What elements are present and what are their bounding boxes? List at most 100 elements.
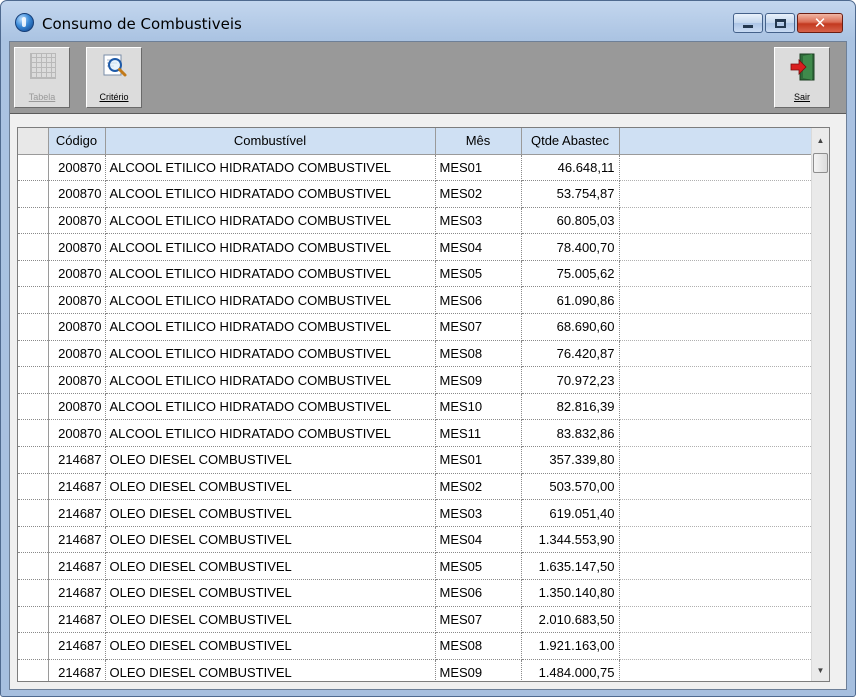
cell-mes[interactable]: MES05 (435, 552, 522, 580)
cell-combustivel[interactable]: ALCOOL ETILICO HIDRATADO COMBUSTIVEL (105, 393, 436, 421)
cell-qtde[interactable]: 1.344.553,90 (521, 526, 620, 554)
cell-codigo[interactable]: 200870 (48, 260, 106, 288)
cell-qtde[interactable]: 2.010.683,50 (521, 606, 620, 634)
vertical-scrollbar[interactable]: ▲ ▼ (811, 128, 829, 681)
column-header-combustivel[interactable]: Combustível (105, 128, 436, 155)
cell-codigo[interactable]: 200870 (48, 233, 106, 261)
scroll-down-arrow-icon[interactable]: ▼ (812, 661, 829, 679)
cell-combustivel[interactable]: OLEO DIESEL COMBUSTIVEL (105, 446, 436, 474)
cell-combustivel[interactable]: OLEO DIESEL COMBUSTIVEL (105, 579, 436, 607)
cell-combustivel[interactable]: ALCOOL ETILICO HIDRATADO COMBUSTIVEL (105, 233, 436, 261)
cell-qtde[interactable]: 68.690,60 (521, 313, 620, 341)
table-row[interactable]: 214687 OLEO DIESEL COMBUSTIVEL MES05 1.635.… (18, 552, 813, 580)
app-icon[interactable] (15, 13, 34, 32)
cell-combustivel[interactable]: ALCOOL ETILICO HIDRATADO COMBUSTIVEL (105, 366, 436, 394)
table-row[interactable]: 200870 ALCOOL ETILICO HIDRATADO COMBUSTIV… (18, 419, 813, 448)
table-row[interactable]: 200870 ALCOOL ETILICO HIDRATADO COMBUSTIV… (18, 313, 813, 341)
cell-mes[interactable]: MES04 (435, 526, 522, 554)
cell-codigo[interactable]: 200870 (48, 340, 106, 368)
cell-mes[interactable]: MES11 (435, 419, 522, 448)
cell-mes[interactable]: MES01 (435, 154, 522, 182)
column-header-mes[interactable]: Mês (435, 128, 522, 155)
cell-qtde[interactable]: 1.350.140,80 (521, 579, 620, 607)
cell-mes[interactable]: MES04 (435, 233, 522, 261)
table-row[interactable]: 214687 OLEO DIESEL COMBUSTIVEL MES01 357.33… (18, 446, 813, 474)
cell-qtde[interactable]: 78.400,70 (521, 233, 620, 261)
close-button[interactable]: ✕ (797, 13, 843, 33)
cell-qtde[interactable]: 76.420,87 (521, 340, 620, 368)
cell-combustivel[interactable]: ALCOOL ETILICO HIDRATADO COMBUSTIVEL (105, 419, 436, 448)
minimize-button[interactable] (733, 13, 763, 33)
cell-codigo[interactable]: 200870 (48, 286, 106, 315)
table-row[interactable]: 200870 ALCOOL ETILICO HIDRATADO COMBUSTIV… (18, 180, 813, 208)
cell-qtde[interactable]: 53.754,87 (521, 180, 620, 208)
cell-codigo[interactable]: 214687 (48, 606, 106, 634)
cell-qtde[interactable]: 503.570,00 (521, 473, 620, 501)
cell-mes[interactable]: MES06 (435, 579, 522, 607)
cell-mes[interactable]: MES06 (435, 286, 522, 315)
cell-qtde[interactable]: 357.339,80 (521, 446, 620, 474)
cell-mes[interactable]: MES03 (435, 207, 522, 235)
tabela-button[interactable]: Tabela (14, 47, 70, 108)
cell-codigo[interactable]: 214687 (48, 473, 106, 501)
cell-combustivel[interactable]: ALCOOL ETILICO HIDRATADO COMBUSTIVEL (105, 313, 436, 341)
table-row[interactable]: 214687 OLEO DIESEL COMBUSTIVEL MES06 1.350.… (18, 579, 813, 607)
cell-codigo[interactable]: 200870 (48, 366, 106, 394)
table-row[interactable]: 200870 ALCOOL ETILICO HIDRATADO COMBUSTIV… (18, 393, 813, 421)
cell-mes[interactable]: MES10 (435, 393, 522, 421)
cell-qtde[interactable]: 1.484.000,75 (521, 659, 620, 681)
cell-codigo[interactable]: 214687 (48, 659, 106, 681)
cell-qtde[interactable]: 60.805,03 (521, 207, 620, 235)
cell-mes[interactable]: MES02 (435, 473, 522, 501)
cell-combustivel[interactable]: OLEO DIESEL COMBUSTIVEL (105, 499, 436, 527)
scroll-up-arrow-icon[interactable]: ▲ (812, 131, 829, 149)
cell-mes[interactable]: MES08 (435, 340, 522, 368)
column-header-qtde[interactable]: Qtde Abastec (521, 128, 620, 155)
cell-combustivel[interactable]: ALCOOL ETILICO HIDRATADO COMBUSTIVEL (105, 207, 436, 235)
cell-qtde[interactable]: 1.921.163,00 (521, 632, 620, 660)
cell-combustivel[interactable]: ALCOOL ETILICO HIDRATADO COMBUSTIVEL (105, 340, 436, 368)
table-row[interactable]: 214687 OLEO DIESEL COMBUSTIVEL MES09 1.484.… (18, 659, 813, 681)
cell-codigo[interactable]: 200870 (48, 207, 106, 235)
sair-button[interactable]: Sair (774, 47, 830, 108)
table-row[interactable]: 214687 OLEO DIESEL COMBUSTIVEL MES07 2.010.… (18, 606, 813, 634)
cell-codigo[interactable]: 214687 (48, 579, 106, 607)
cell-mes[interactable]: MES07 (435, 313, 522, 341)
cell-codigo[interactable]: 214687 (48, 552, 106, 580)
cell-codigo[interactable]: 200870 (48, 154, 106, 182)
table-row[interactable]: 200870 ALCOOL ETILICO HIDRATADO COMBUSTIV… (18, 207, 813, 235)
table-row[interactable]: 200870 ALCOOL ETILICO HIDRATADO COMBUSTIV… (18, 340, 813, 368)
cell-mes[interactable]: MES09 (435, 366, 522, 394)
cell-combustivel[interactable]: OLEO DIESEL COMBUSTIVEL (105, 526, 436, 554)
cell-qtde[interactable]: 82.816,39 (521, 393, 620, 421)
cell-codigo[interactable]: 214687 (48, 446, 106, 474)
cell-mes[interactable]: MES07 (435, 606, 522, 634)
cell-codigo[interactable]: 200870 (48, 180, 106, 208)
cell-combustivel[interactable]: ALCOOL ETILICO HIDRATADO COMBUSTIVEL (105, 180, 436, 208)
cell-mes[interactable]: MES09 (435, 659, 522, 681)
cell-mes[interactable]: MES08 (435, 632, 522, 660)
cell-combustivel[interactable]: ALCOOL ETILICO HIDRATADO COMBUSTIVEL (105, 286, 436, 315)
table-row[interactable]: 214687 OLEO DIESEL COMBUSTIVEL MES04 1.344.… (18, 526, 813, 554)
cell-codigo[interactable]: 214687 (48, 632, 106, 660)
table-row[interactable]: 200870 ALCOOL ETILICO HIDRATADO COMBUSTIV… (18, 233, 813, 261)
cell-mes[interactable]: MES03 (435, 499, 522, 527)
cell-mes[interactable]: MES02 (435, 180, 522, 208)
data-grid[interactable]: Código Combustível Mês Qtde Abastec 2008… (17, 127, 830, 682)
cell-qtde[interactable]: 46.648,11 (521, 154, 620, 182)
table-row[interactable]: 214687 OLEO DIESEL COMBUSTIVEL MES02 503.57… (18, 473, 813, 501)
cell-mes[interactable]: MES01 (435, 446, 522, 474)
cell-codigo[interactable]: 200870 (48, 393, 106, 421)
cell-codigo[interactable]: 214687 (48, 499, 106, 527)
cell-combustivel[interactable]: OLEO DIESEL COMBUSTIVEL (105, 659, 436, 681)
cell-qtde[interactable]: 70.972,23 (521, 366, 620, 394)
cell-qtde[interactable]: 619.051,40 (521, 499, 620, 527)
table-row[interactable]: 200870 ALCOOL ETILICO HIDRATADO COMBUSTIV… (18, 286, 813, 315)
cell-combustivel[interactable]: ALCOOL ETILICO HIDRATADO COMBUSTIVEL (105, 154, 436, 182)
maximize-button[interactable] (765, 13, 795, 33)
cell-codigo[interactable]: 200870 (48, 313, 106, 341)
criterio-button[interactable]: Critério (86, 47, 142, 108)
table-row[interactable]: 200870 ALCOOL ETILICO HIDRATADO COMBUSTIV… (18, 260, 813, 288)
cell-mes[interactable]: MES05 (435, 260, 522, 288)
title-bar[interactable]: Consumo de Combustiveis ✕ (1, 1, 855, 41)
